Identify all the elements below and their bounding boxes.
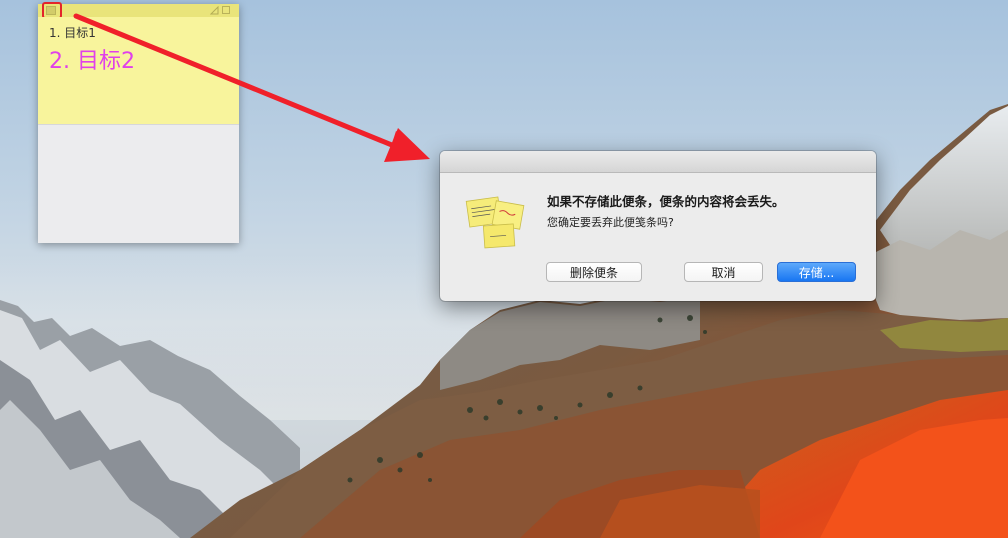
- desktop: 1. 目标1 2. 目标2 如果不存储此便条，便条的内容将会丢失。 您确定要丢弃…: [0, 0, 1008, 538]
- sticky-note-body[interactable]: 1. 目标1 2. 目标2: [38, 17, 239, 124]
- save-alert-dialog: 如果不存储此便条，便条的内容将会丢失。 您确定要丢弃此便笺条吗? 删除便条 取消…: [440, 151, 876, 301]
- dialog-message: 如果不存储此便条，便条的内容将会丢失。: [547, 194, 785, 209]
- dialog-titlebar: [440, 151, 876, 173]
- delete-note-button[interactable]: 删除便条: [546, 262, 642, 282]
- collapse-icon[interactable]: [210, 6, 219, 15]
- divider: [38, 124, 239, 125]
- dialog-informative-text: 您确定要丢弃此便笺条吗?: [547, 216, 674, 229]
- stickies-app-icon: [465, 196, 525, 249]
- sticky-titlebar[interactable]: [38, 2, 239, 19]
- sticky-note-window[interactable]: 1. 目标1 2. 目标2: [38, 2, 239, 243]
- save-button[interactable]: 存储...: [777, 262, 856, 282]
- cancel-button[interactable]: 取消: [684, 262, 763, 282]
- note-line-1: 1. 目标1: [49, 26, 96, 40]
- note-line-2: 2. 目标2: [49, 49, 135, 74]
- zoom-icon[interactable]: [222, 6, 230, 14]
